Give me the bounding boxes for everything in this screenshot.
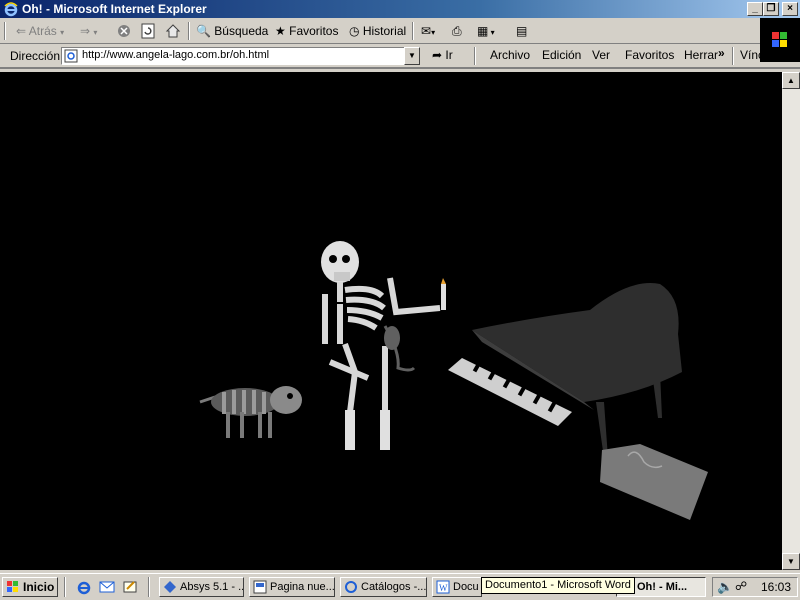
- scroll-down-button[interactable]: ▼: [782, 553, 800, 570]
- toolbar-separator: [412, 22, 414, 40]
- scene-canvas: [199, 241, 708, 520]
- chevron-down-icon: ▼: [408, 51, 416, 60]
- svg-text:W: W: [439, 583, 448, 593]
- edit-dropdown-icon: ▾: [488, 28, 495, 37]
- address-url: http://www.angela-lago.com.br/oh.html: [82, 49, 270, 61]
- network-icon[interactable]: ☍: [735, 579, 747, 593]
- discuss-button[interactable]: ▤: [516, 22, 527, 40]
- favorites-label: Favoritos: [289, 24, 339, 38]
- toolbar-separator: [188, 22, 190, 40]
- minimize-button[interactable]: _: [747, 2, 763, 16]
- search-icon: 🔍: [196, 24, 211, 38]
- back-dropdown-icon: ▾: [60, 28, 65, 37]
- restore-button[interactable]: ❐: [763, 2, 779, 16]
- address-dropdown-button[interactable]: ▼: [404, 47, 420, 65]
- standard-toolbar: ⇐ Atrás ▾ ⇒ ▾ 🔍 Búsqueda ★ Favoritos ◷ H…: [0, 18, 800, 62]
- page-icon: [64, 49, 78, 63]
- favorites-icon: ★: [275, 24, 286, 38]
- links-overflow-button[interactable]: »: [788, 46, 795, 60]
- go-label: Ir: [445, 48, 453, 62]
- forward-button[interactable]: ⇒ ▾: [80, 22, 97, 40]
- edit-button[interactable]: ▦ ▾: [477, 22, 495, 40]
- start-button[interactable]: Inicio: [2, 577, 58, 597]
- chevron-down-icon: ▼: [787, 557, 795, 566]
- title-bar: Oh! - Microsoft Internet Explorer _ ❐ ×: [0, 0, 800, 18]
- word-app-icon: W: [436, 580, 450, 594]
- task-documento1[interactable]: W Docu: [432, 577, 482, 597]
- address-label: Dirección: [10, 49, 61, 63]
- menu-archivo[interactable]: Archivo: [490, 48, 530, 62]
- home-icon[interactable]: [165, 23, 181, 39]
- task-label: Docu: [453, 581, 479, 593]
- close-button[interactable]: ×: [782, 2, 798, 16]
- menu-edicion[interactable]: Edición: [542, 48, 581, 62]
- window-title: Oh! - Microsoft Internet Explorer: [22, 2, 207, 16]
- taskbar: Inicio Absys 5.1 - ... Pagina nue... Cat…: [0, 573, 800, 600]
- show-desktop-icon[interactable]: [122, 579, 138, 595]
- ie-quicklaunch-icon[interactable]: [76, 579, 92, 595]
- links-label[interactable]: Vínculos: [740, 48, 786, 62]
- paper-sheet-illustration: [600, 444, 708, 520]
- back-button[interactable]: ⇐ Atrás ▾: [16, 22, 64, 40]
- ie-logo-icon: [4, 2, 18, 17]
- grand-piano-illustration: [448, 283, 682, 458]
- print-icon: ⎙: [452, 24, 462, 38]
- stop-icon[interactable]: [117, 24, 131, 38]
- page-content: [0, 72, 782, 570]
- search-button[interactable]: 🔍 Búsqueda: [196, 22, 268, 40]
- taskbar-tooltip: Documento1 - Microsoft Word: [481, 577, 635, 594]
- go-arrow-icon: ➦: [432, 48, 443, 62]
- toolbar-grip: [4, 22, 6, 40]
- tasks-separator: [148, 577, 150, 597]
- menu-favoritos[interactable]: Favoritos: [625, 48, 674, 62]
- vertical-scrollbar[interactable]: ▲ ▼: [782, 72, 800, 570]
- task-catalogos[interactable]: Catálogos -...: [340, 577, 427, 597]
- discuss-icon: ▤: [516, 24, 528, 38]
- back-arrow-icon: ⇐: [16, 24, 27, 38]
- task-label: Oh! - Mi...: [637, 581, 688, 593]
- volume-icon[interactable]: 🔈: [717, 579, 733, 595]
- ie-app-icon: [345, 581, 357, 594]
- task-pagina-nueva[interactable]: Pagina nue...: [249, 577, 335, 597]
- forward-arrow-icon: ⇒: [80, 24, 91, 38]
- links-separator: [732, 47, 734, 65]
- menu-separator: [474, 47, 476, 65]
- mail-icon: ✉: [421, 24, 432, 38]
- word-icon: ▦: [477, 24, 489, 38]
- frontpage-app-icon: [253, 580, 267, 594]
- outlook-quicklaunch-icon[interactable]: [99, 579, 115, 595]
- task-label: Catálogos -...: [361, 581, 427, 593]
- menu-herramientas[interactable]: Herrar: [684, 48, 718, 62]
- history-button[interactable]: ◷ Historial: [349, 22, 406, 40]
- scroll-up-button[interactable]: ▲: [782, 72, 800, 89]
- favorites-button[interactable]: ★ Favoritos: [275, 22, 338, 40]
- menu-ver[interactable]: Ver: [592, 48, 610, 62]
- history-label: Historial: [362, 24, 407, 38]
- go-button[interactable]: ➦ Ir: [432, 46, 453, 64]
- history-icon: ◷: [349, 24, 360, 38]
- task-label: Absys 5.1 - ...: [180, 581, 244, 593]
- start-label: Inicio: [23, 580, 55, 594]
- clock[interactable]: 16:03: [761, 580, 791, 594]
- absys-app-icon: [164, 581, 176, 594]
- skeleton-figure-illustration: [321, 241, 446, 450]
- windows-start-icon: [7, 581, 18, 592]
- forward-dropdown-icon: ▾: [93, 28, 98, 37]
- task-absys[interactable]: Absys 5.1 - ...: [159, 577, 244, 597]
- address-bar: Dirección http://www.angela-lago.com.br/…: [0, 44, 800, 68]
- menu-overflow-button[interactable]: »: [718, 46, 725, 60]
- chevron-up-icon: ▲: [787, 76, 795, 85]
- skeleton-dog-illustration: [199, 386, 302, 438]
- print-button[interactable]: ⎙: [452, 22, 462, 40]
- back-label: Atrás: [28, 24, 57, 38]
- refresh-icon[interactable]: [141, 23, 155, 39]
- task-label: Pagina nue...: [270, 581, 335, 593]
- mail-button[interactable]: ✉▾: [421, 22, 435, 40]
- address-input[interactable]: http://www.angela-lago.com.br/oh.html: [61, 47, 407, 65]
- system-tray: 🔈 ☍ 16:03: [712, 577, 798, 597]
- quicklaunch-separator: [64, 577, 66, 597]
- search-label: Búsqueda: [214, 24, 269, 38]
- mail-dropdown-icon: ▾: [431, 28, 436, 37]
